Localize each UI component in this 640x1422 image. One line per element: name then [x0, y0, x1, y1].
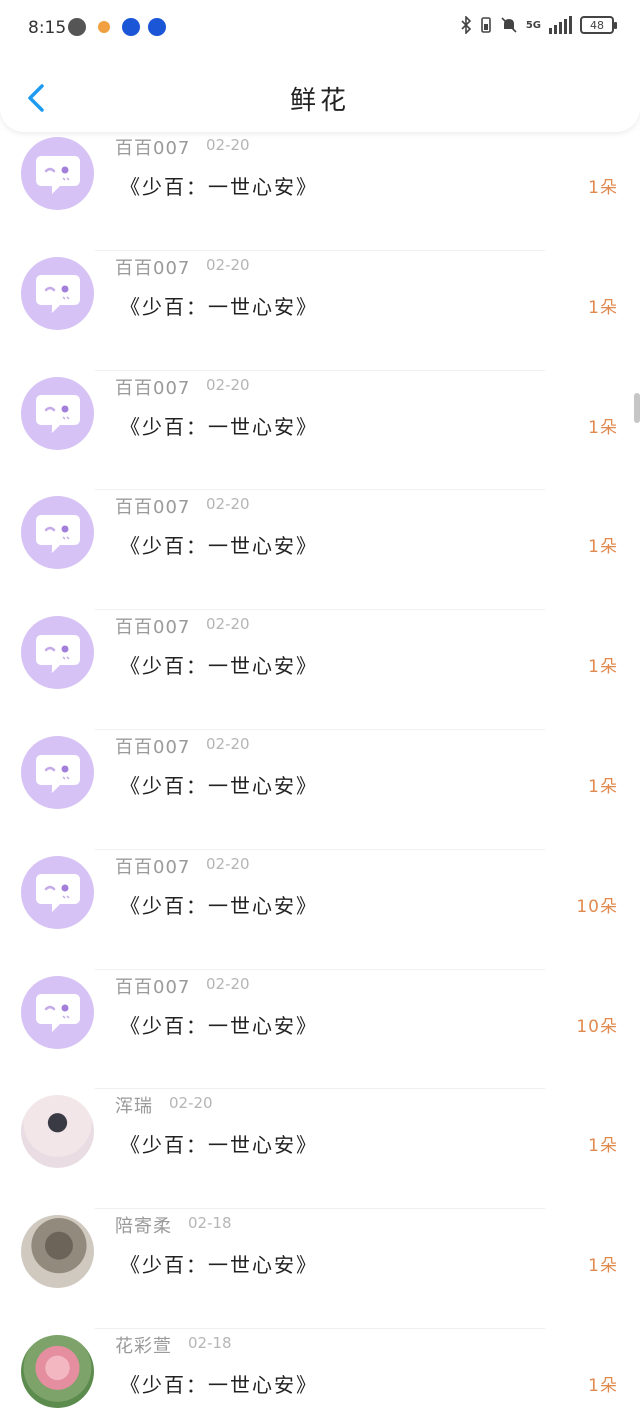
chat-bubble-icon: [35, 994, 80, 1033]
gift-row[interactable]: 浑瑞 02-20 《少百：一世心安》 1朵: [0, 1089, 640, 1210]
chat-bubble-icon: [35, 395, 80, 434]
chat-bubble-icon: [35, 275, 80, 314]
avatar[interactable]: [21, 137, 94, 210]
book-title: 《少百：一世心安》: [120, 893, 318, 918]
gift-date: 02-18: [188, 1334, 232, 1352]
book-title: 《少百：一世心安》: [120, 414, 318, 439]
book-title: 《少百：一世心安》: [120, 1133, 318, 1158]
avatar[interactable]: [21, 1095, 94, 1169]
flower-count: 1朵: [588, 1256, 618, 1277]
book-title: 《少百：一世心安》: [120, 294, 318, 319]
flower-count: 1朵: [588, 417, 618, 438]
gift-date: 02-20: [206, 136, 250, 154]
sender-name: 百百007: [115, 617, 191, 639]
avatar[interactable]: [21, 736, 94, 809]
avatar[interactable]: [21, 855, 94, 929]
avatar[interactable]: [21, 256, 94, 330]
gift-date: 02-20: [169, 1094, 213, 1113]
gift-row[interactable]: 百百007 02-20 《少百：一世心安》 10朵: [0, 970, 640, 1090]
book-title: 《少百：一世心安》: [120, 1013, 318, 1038]
notification-app-icon: [98, 21, 110, 33]
sender-name: 陪寄柔: [115, 1216, 172, 1238]
flower-count: 1朵: [588, 777, 618, 797]
gift-date: 02-20: [206, 615, 250, 634]
gift-date: 02-20: [206, 375, 250, 394]
gift-date: 02-20: [206, 255, 250, 274]
flower-count: 1朵: [588, 297, 618, 318]
flower-count: 1朵: [588, 1136, 618, 1157]
sender-name: 百百007: [115, 856, 191, 878]
gift-row[interactable]: 百百007 02-20 《少百：一世心安》 1朵: [0, 131, 640, 251]
book-title: 《少百：一世心安》: [120, 1253, 318, 1278]
vibrate-icon: [481, 17, 491, 33]
sender-name: 百百007: [115, 257, 191, 279]
flower-count: 10朵: [576, 1016, 618, 1037]
chat-bubble-icon: [35, 155, 80, 194]
top-header: 8:15 5G 48 鲜花: [0, 0, 640, 132]
sender-name: 百百007: [115, 138, 191, 159]
gift-row[interactable]: 百百007 02-20 《少百：一世心安》 1朵: [0, 730, 640, 850]
gift-row[interactable]: 花彩萱 02-18 《少百：一世心安》 1朵: [0, 1329, 640, 1422]
sender-name: 百百007: [115, 377, 191, 399]
gift-date: 02-20: [206, 854, 250, 873]
avatar[interactable]: [21, 1215, 94, 1289]
bluetooth-icon: [461, 16, 471, 34]
flower-count: 1朵: [588, 657, 618, 678]
globe-icon: [68, 18, 86, 36]
battery-level: 48: [590, 18, 604, 32]
status-bar: 8:15 5G 48: [0, 0, 640, 60]
avatar[interactable]: [21, 975, 94, 1049]
signal-icon: [549, 16, 572, 34]
book-title: 《少百：一世心安》: [120, 534, 318, 559]
gift-row[interactable]: 百百007 02-20 《少百：一世心安》 1朵: [0, 490, 640, 611]
chat-bubble-icon: [35, 874, 80, 913]
chat-bubble-icon: [35, 514, 80, 553]
page-title: 鲜花: [289, 86, 350, 116]
flower-count: 1朵: [588, 178, 618, 198]
sender-name: 浑瑞: [115, 1096, 153, 1118]
avatar[interactable]: [21, 1335, 94, 1408]
gift-row[interactable]: 陪寄柔 02-18 《少百：一世心安》 1朵: [0, 1209, 640, 1329]
chat-bubble-icon: [35, 634, 80, 673]
gift-row[interactable]: 百百007 02-20 《少百：一世心安》 10朵: [0, 850, 640, 970]
nav-bar: 鲜花: [0, 70, 640, 126]
status-time: 8:15: [28, 18, 67, 38]
gift-date: 02-18: [188, 1214, 232, 1233]
status-right-icons: 5G 48: [460, 16, 617, 34]
network-type: 5G: [525, 19, 541, 31]
book-title: 《少百：一世心安》: [120, 774, 318, 798]
app-icon-2: [148, 18, 166, 36]
sender-name: 百百007: [115, 737, 191, 758]
scrollbar-thumb[interactable]: [634, 393, 640, 423]
avatar[interactable]: [21, 496, 94, 570]
book-title: 《少百：一世心安》: [120, 1373, 318, 1397]
gift-row[interactable]: 百百007 02-20 《少百：一世心安》 1朵: [0, 610, 640, 730]
avatar[interactable]: [21, 376, 94, 450]
sender-name: 百百007: [115, 497, 191, 519]
gift-date: 02-20: [206, 735, 250, 753]
sender-name: 百百007: [115, 976, 191, 998]
flower-count: 10朵: [576, 896, 618, 917]
mute-bell-icon: [501, 17, 517, 33]
flower-gift-page: 百百007 02-20 《少百：一世心安》 1朵 百百007 02-20 《少百：一世心安》…: [0, 0, 640, 1422]
flower-count: 1朵: [588, 1376, 618, 1396]
flower-count: 1朵: [588, 537, 618, 558]
chat-bubble-icon: [35, 754, 80, 793]
gift-row[interactable]: 百百007 02-20 《少百：一世心安》 1朵: [0, 371, 640, 491]
book-title: 《少百：一世心安》: [120, 175, 318, 199]
sender-name: 花彩萱: [115, 1336, 172, 1357]
gift-date: 02-20: [206, 495, 250, 514]
gift-row[interactable]: 百百007 02-20 《少百：一世心安》 1朵: [0, 251, 640, 371]
gift-date: 02-20: [206, 974, 250, 993]
battery-icon: 48: [580, 16, 617, 34]
book-title: 《少百：一世心安》: [120, 654, 318, 679]
avatar[interactable]: [21, 616, 94, 690]
app-icon-1: [122, 18, 140, 36]
